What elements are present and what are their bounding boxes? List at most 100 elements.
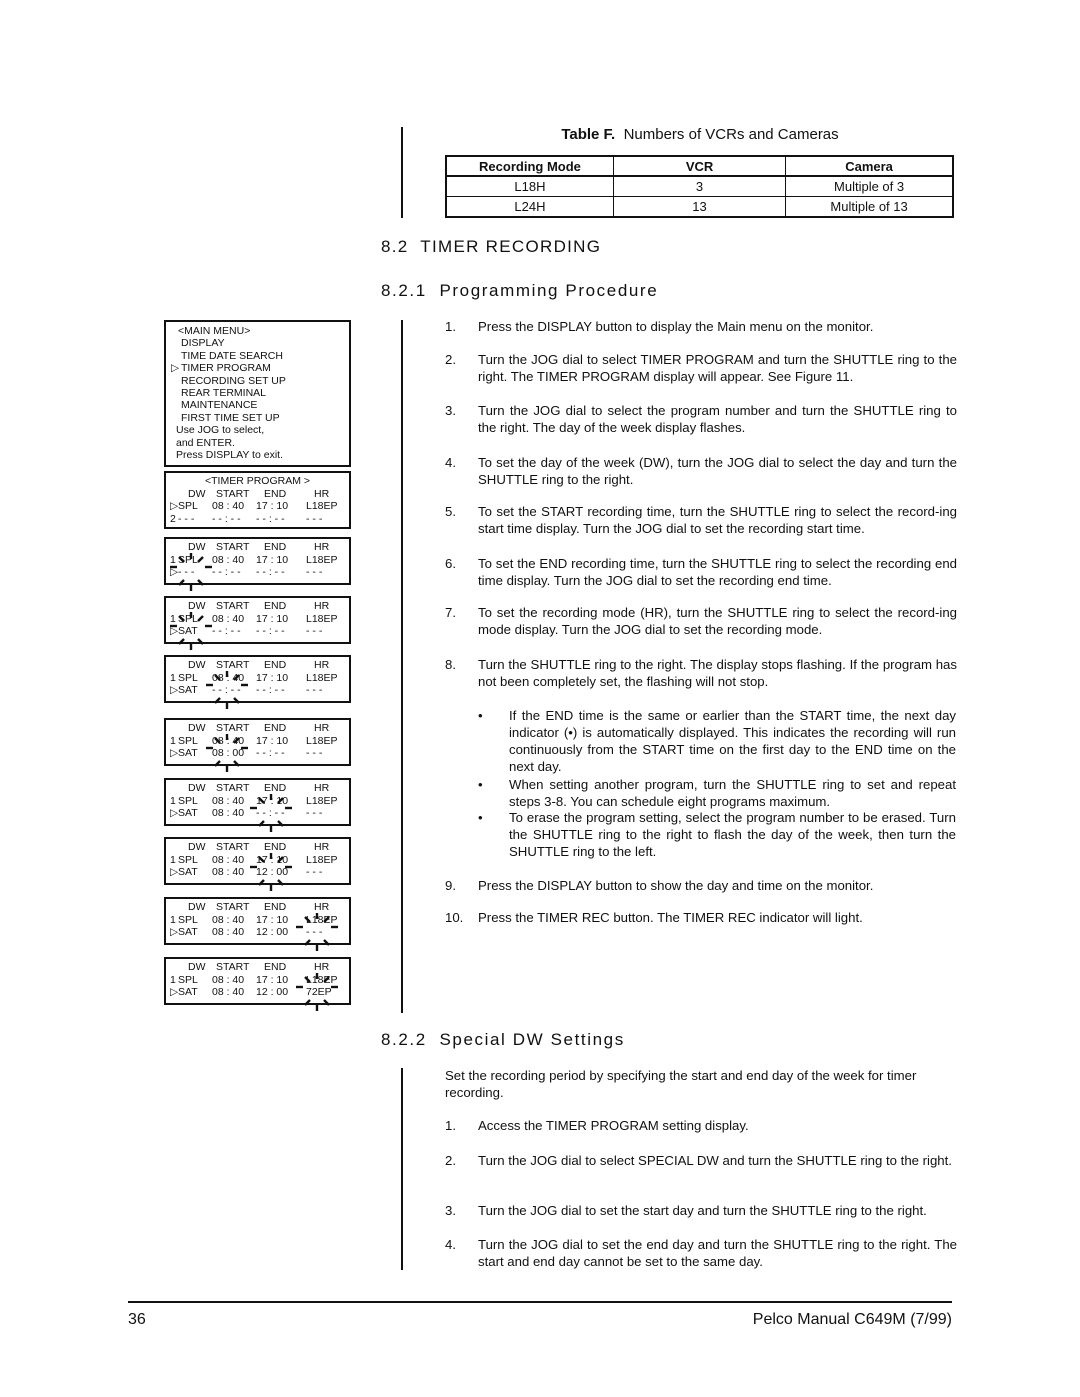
day-of-week: SPL [178,973,198,986]
column-header: START [216,901,250,913]
table-caption-text: Numbers of VCRs and Cameras [623,126,839,143]
menu-item-label: TIMER PROGRAM [181,362,271,375]
end-time: 17 : 10 [256,671,289,684]
timer-program-screen: DW START END HR 1 SPL 08 : 40 17 : 10 L18EP ▷ SAT 0… [164,778,351,832]
program-index: 1 [170,973,176,986]
menu-hint: Press DISPLAY to exit. [176,449,283,462]
end-time: - - : - - [256,566,285,578]
recording-mode: L18EP [306,500,338,512]
recording-mode: L18EP [306,612,338,625]
day-of-week: - - - [178,512,195,525]
program-index: 1 [170,734,176,747]
column-header: HR [314,600,330,612]
cursor-triangle-icon: ▷ [170,500,179,512]
step-text: Press the TIMER REC button. The TIMER RE… [478,910,863,925]
cursor-triangle-icon: ▷ [170,747,179,759]
table-cell: L18H [445,175,614,197]
screen-header-row: DW START END HR [166,901,349,914]
recording-mode: - - - [306,512,323,525]
recording-mode: L18EP [306,671,338,684]
special-dw-step: 4. Turn the JOG dial to set the end day … [445,1236,957,1270]
column-header: Recording Mode [445,155,614,177]
column-header: END [264,600,287,612]
screen-header-row: DW START END HR [166,659,349,672]
day-of-week: SAT [178,986,198,998]
flashing-indicator-icon [296,913,338,953]
column-header: END [264,487,287,500]
column-header: DW [188,841,206,853]
change-bar [401,1068,403,1270]
column-header: END [264,659,287,671]
recording-mode: L18EP [306,734,338,747]
vcr-camera-table: Recording Mode VCR Camera L18H 3 Multipl… [445,155,954,218]
step-number: 4. [445,1237,456,1252]
end-time: 12 : 00 [256,926,289,938]
page-number: 36 [128,1311,146,1328]
note-text: If the END time is the same or earlier t… [509,708,956,774]
column-header: DW [188,600,206,612]
start-time: 08 : 40 [212,553,245,566]
timer-program-screen: <TIMER PROGRAM > DW START END HR ▷ SPL 08 : 40 1… [164,471,351,529]
step-number: 3. [445,1203,456,1218]
end-time: 17 : 10 [256,913,289,926]
flashing-indicator-icon [250,794,292,834]
step-number: 10. [445,910,464,925]
program-row: ▷ SAT 08 : 00- - : - -- - - [166,747,349,760]
start-time: 08 : 40 [212,807,245,819]
table-cell: 3 [612,175,787,197]
timer-program-screen: DW START END HR 1 SPL 08 : 40 17 : 10 L18EP ▷ SAT -… [164,596,351,650]
table-row: L24H 13 Multiple of 13 [445,196,954,218]
program-row: ▷ SPL 08 : 40 17 : 10 L18EP [166,500,349,513]
column-header: START [216,541,250,553]
step-text: To set the recording mode (HR), turn the… [478,605,957,637]
main-menu-screen: <MAIN MENU> DISPLAY TIME DATE SEARCH ▷ TI… [164,320,351,467]
screen-header-row: DW START END HR [166,841,349,854]
step-text: Turn the SHUTTLE ring to the right. The … [478,657,957,689]
start-time: - - : - - [212,566,241,578]
day-of-week: SAT [178,807,198,819]
recording-mode: - - - [306,866,323,878]
menu-item: MAINTENANCE [181,399,258,412]
step-text: Turn the JOG dial to set the start day a… [478,1203,927,1218]
menu-item: RECORDING SET UP [181,374,286,387]
cursor-triangle-icon: ▷ [170,684,179,696]
column-header: START [216,659,250,671]
program-index: 1 [170,794,176,807]
day-of-week: SPL [178,853,198,866]
program-row: 1 SPL 08 : 40 17 : 10 L18EP [166,672,349,685]
screen-header-row: DW START END HR [166,722,349,735]
column-header: DW [188,722,206,734]
column-header: START [216,487,250,500]
procedure-note: • To erase the program setting, select t… [478,809,956,860]
step-text: Turn the JOG dial to select TIMER PROGRA… [478,352,957,384]
special-dw-step: 1. Access the TIMER PROGRAM setting disp… [445,1117,957,1134]
flashing-indicator-icon [170,553,212,593]
day-of-week: SPL [178,913,198,926]
program-index: 1 [170,612,176,625]
flashing-indicator-icon [296,973,338,1013]
day-of-week: SAT [178,926,198,938]
end-time: 12 : 00 [256,986,289,998]
program-row: 2- - -- - : - -- - : - -- - - [166,513,349,526]
subsection-heading-special-dw: 8.2.2 Special DW Settings [381,1030,625,1049]
column-header: HR [314,961,330,973]
table-cell: 13 [612,196,787,218]
start-time: 08 : 40 [212,500,245,512]
recording-mode: - - - [306,566,323,578]
column-header: DW [188,901,206,913]
table-cell: L24H [445,196,614,218]
step-text: Turn the JOG dial to select the program … [478,403,957,435]
column-header: HR [314,541,330,553]
menu-hint: Use JOG to select, [176,424,265,437]
day-of-week: SPL [178,794,198,807]
step-text: To set the END recording time, turn the … [478,556,957,588]
change-bar [401,320,403,1013]
start-time: 08 : 40 [212,926,245,938]
cursor-triangle-icon: ▷ [170,807,179,819]
day-of-week: SPL [178,734,198,747]
recording-mode: L18EP [306,553,338,566]
column-header: DW [188,961,206,973]
program-index: 1 [170,853,176,866]
menu-item: TIME DATE SEARCH [181,349,283,362]
start-time: 08 : 40 [212,794,245,807]
